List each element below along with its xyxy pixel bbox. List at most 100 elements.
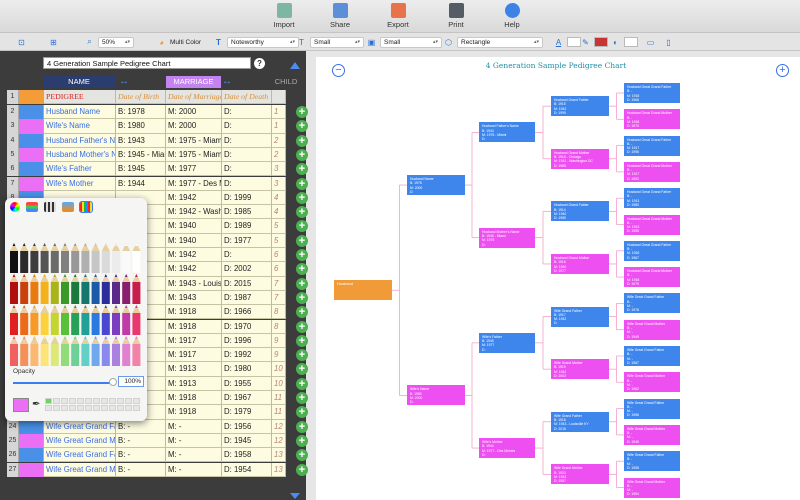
tree-layout-button[interactable]: ⊞ <box>48 36 62 48</box>
row-color-swatch[interactable] <box>19 90 44 105</box>
color-sliders-icon[interactable] <box>26 202 38 212</box>
name-cell[interactable]: Husband Name <box>44 105 116 120</box>
export-button[interactable]: Export <box>376 3 420 29</box>
add-row-button[interactable]: + <box>296 163 308 176</box>
marriage-cell[interactable]: M: 1940 <box>166 219 222 234</box>
child-cell[interactable]: 8 <box>272 305 286 320</box>
name-cell[interactable]: Wife Great Grand Moth <box>44 433 116 449</box>
share-button[interactable]: Share <box>318 3 362 29</box>
add-row-button[interactable]: + <box>296 191 308 204</box>
saved-color-slot[interactable] <box>125 405 132 411</box>
row-color-swatch[interactable] <box>19 419 44 434</box>
birth-cell[interactable]: B: - <box>116 419 166 434</box>
birth-cell[interactable]: B: - <box>116 448 166 463</box>
saved-color-slot[interactable] <box>133 405 140 411</box>
font-select[interactable]: T Noteworthy ▴▾ <box>213 36 299 48</box>
row-color-swatch[interactable] <box>19 119 44 134</box>
death-cell[interactable]: D: 1958 <box>222 448 272 463</box>
child-cell[interactable]: 2 <box>272 147 286 163</box>
marriage-column-header[interactable]: MARRIAGE <box>166 76 221 88</box>
child-cell[interactable]: 4 <box>272 205 286 220</box>
saved-color-slot[interactable] <box>77 398 84 404</box>
birth-cell[interactable]: B: 1978 <box>116 105 166 120</box>
saved-color-slot[interactable] <box>109 405 116 411</box>
death-cell[interactable]: D: 1989 <box>222 219 272 234</box>
row-color-swatch[interactable] <box>19 133 44 148</box>
death-cell[interactable]: D: <box>222 133 272 148</box>
marriage-cell[interactable]: M: 1942 <box>166 190 222 206</box>
child-cell[interactable]: 9 <box>272 348 286 363</box>
text-color-swatch[interactable] <box>567 37 581 47</box>
death-cell[interactable]: D: 1992 <box>222 348 272 363</box>
death-cell[interactable]: D: 2015 <box>222 276 272 291</box>
add-row-button[interactable]: + <box>296 363 308 376</box>
saved-color-slot[interactable] <box>77 405 84 411</box>
saved-color-slot[interactable] <box>109 398 116 404</box>
death-cell[interactable]: D: 2002 <box>222 262 272 277</box>
add-row-button[interactable]: + <box>296 106 308 118</box>
female-person-box[interactable]: Husband Great Grand Mother B: - M: 1917 D: … <box>624 161 680 182</box>
name-cell[interactable]: Wife's Name <box>44 119 116 134</box>
marriage-cell[interactable]: M: 1942 <box>166 262 222 277</box>
child-cell[interactable]: 12 <box>272 419 286 434</box>
death-cell[interactable]: D: 1985 <box>222 205 272 220</box>
import-button[interactable]: Import <box>262 3 306 29</box>
fit-to-window-button[interactable]: ⊡ <box>16 36 30 48</box>
eyedropper-icon[interactable]: ✒ <box>32 399 40 410</box>
marriage-cell[interactable]: M: 1918 <box>166 319 222 334</box>
male-person-box[interactable]: Husband Grand Father B: 1914 M: 1940 D: 198… <box>551 201 609 222</box>
marriage-cell[interactable]: M: 1943 <box>166 290 222 306</box>
row-color-swatch[interactable] <box>19 147 44 163</box>
color-scheme-select[interactable]: ◕ Multi Color <box>156 36 201 48</box>
add-row-button[interactable]: + <box>296 291 308 304</box>
female-person-box[interactable]: Wife Great Grand Mother B: - M: - D: 1954 <box>624 477 680 498</box>
female-person-box[interactable]: Husband Great Grand Mother B: - M: 1918 D: … <box>624 267 680 288</box>
window-layout-button[interactable]: ▭ ▯ <box>645 36 677 48</box>
add-row-button[interactable]: + <box>296 249 308 261</box>
box-size-select[interactable]: ▣ Small ▴▾ <box>366 36 442 48</box>
add-row-button[interactable]: + <box>296 377 308 390</box>
male-person-box[interactable]: Husband Grand Father B: 1915 M: 1942 D: 199… <box>551 96 609 117</box>
child-cell[interactable]: 3 <box>272 162 286 177</box>
marriage-cell[interactable]: M: 2000 <box>166 119 222 134</box>
saved-color-slot[interactable] <box>101 398 108 404</box>
row-color-swatch[interactable] <box>19 162 44 177</box>
child-cell[interactable]: 11 <box>272 405 286 420</box>
child-cell[interactable]: 4 <box>272 190 286 206</box>
marriage-cell[interactable]: M: 1977 - Des Moines <box>166 176 222 191</box>
add-row-button[interactable]: + <box>296 306 308 319</box>
name-cell[interactable]: Wife Great Grand Fath <box>44 419 116 434</box>
add-row-button[interactable]: + <box>296 463 308 476</box>
marriage-cell[interactable]: M: - <box>166 419 222 434</box>
child-cell[interactable]: 8 <box>272 319 286 334</box>
line-color-button[interactable]: ✎ <box>580 36 608 48</box>
expand-arrow-icon[interactable]: ↔ <box>119 76 129 88</box>
text-size-select[interactable]: T Small ▴▾ <box>296 36 364 48</box>
male-person-box[interactable]: Husband Great Grand Father B: - M: 1918 D: … <box>624 240 680 261</box>
row-color-swatch[interactable] <box>19 462 44 477</box>
crayons-tab-icon[interactable] <box>79 201 93 213</box>
marriage-cell[interactable]: M: 1975 - Miami <box>166 133 222 148</box>
saved-color-slot[interactable] <box>93 398 100 404</box>
add-row-button[interactable]: + <box>296 206 308 219</box>
name-column-header[interactable]: NAME <box>43 76 115 88</box>
death-cell[interactable]: D: 1977 <box>222 233 272 248</box>
line-color-swatch[interactable] <box>594 37 608 47</box>
male-person-box[interactable]: Wife Great Grand Father B: - M: - D: 1978 <box>624 293 680 314</box>
death-cell[interactable]: D: <box>222 105 272 120</box>
birth-cell[interactable]: B: 1943 <box>116 133 166 148</box>
row-color-swatch[interactable] <box>19 433 44 449</box>
marriage-cell[interactable]: M: 2000 <box>166 105 222 120</box>
saved-color-slot[interactable] <box>85 405 92 411</box>
child-cell[interactable]: 1 <box>272 105 286 120</box>
death-cell[interactable]: D: <box>222 119 272 134</box>
help-button[interactable]: Help <box>490 3 534 29</box>
death-cell[interactable]: D: 1956 <box>222 419 272 434</box>
add-row-button[interactable]: + <box>296 148 308 161</box>
child-cell[interactable]: 7 <box>272 290 286 306</box>
marriage-cell[interactable]: M: 1917 <box>166 333 222 349</box>
add-row-button[interactable]: + <box>296 234 308 247</box>
saved-color-slot[interactable] <box>61 398 68 404</box>
marriage-cell[interactable]: M: 1942 <box>166 248 222 263</box>
death-cell[interactable]: D: <box>222 147 272 163</box>
